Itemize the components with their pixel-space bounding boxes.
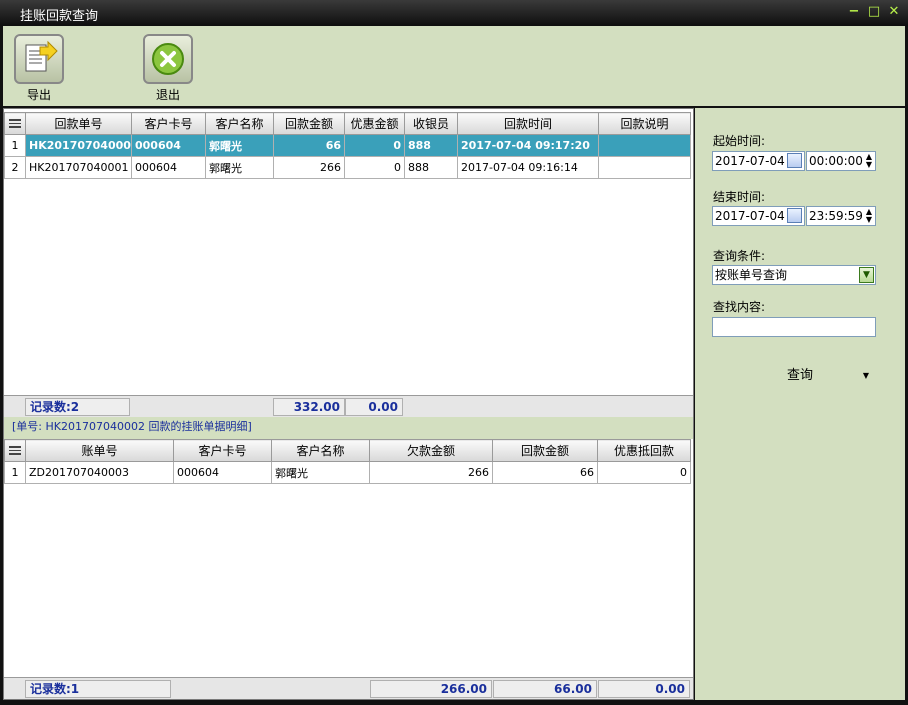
spin-down-icon[interactable]: ▼ xyxy=(866,216,872,224)
exit-button[interactable]: 退出 xyxy=(142,34,194,103)
col-header[interactable]: 回款单号 xyxy=(25,112,132,135)
table-row[interactable]: 2 HK201707040001 000604 郭曙光 266 0 888 20… xyxy=(4,156,691,179)
table-header: 回款单号 客户卡号 客户名称 回款金额 优惠金额 收银员 回款时间 回款说明 xyxy=(4,112,691,135)
offset-total: 0.00 xyxy=(598,680,690,698)
export-label: 导出 xyxy=(26,88,51,102)
col-header[interactable]: 优惠抵回款 xyxy=(597,439,691,462)
col-header[interactable]: 回款时间 xyxy=(457,112,599,135)
col-header[interactable]: 回款说明 xyxy=(598,112,691,135)
col-header[interactable]: 客户名称 xyxy=(271,439,370,462)
filter-panel: 起始时间: 2017-07-04 00:00:00 ▲ ▼ 结束时间: 2017… xyxy=(695,108,905,700)
content-label: 查找内容: xyxy=(713,300,766,314)
record-count: 记录数:2 xyxy=(25,398,130,416)
col-header[interactable]: 优惠金额 xyxy=(344,112,405,135)
start-time-label: 起始时间: xyxy=(713,134,766,148)
col-header[interactable]: 客户名称 xyxy=(205,112,274,135)
end-date-value: 2017-07-04 xyxy=(715,209,785,223)
chevron-down-icon[interactable]: ▼ xyxy=(859,267,874,283)
calendar-icon[interactable] xyxy=(787,208,802,223)
start-time-field[interactable]: 00:00:00 ▲ ▼ xyxy=(806,151,876,171)
summary-bar: 记录数:2 332.00 0.00 xyxy=(4,395,693,417)
table-row[interactable]: 1 HK201707040002 000604 郭曙光 66 0 888 201… xyxy=(4,134,691,157)
minimize-button[interactable]: − xyxy=(845,3,863,21)
table-row[interactable]: 1 ZD201707040003 000604 郭曙光 266 66 0 xyxy=(4,461,691,484)
col-header[interactable]: 回款金额 xyxy=(273,112,345,135)
detail-summary-bar: 记录数:1 266.00 66.00 0.00 xyxy=(4,677,693,699)
condition-label: 查询条件: xyxy=(713,249,766,263)
export-button[interactable]: 导出 xyxy=(13,34,65,103)
dropdown-arrow-icon[interactable]: ▼ xyxy=(863,364,869,388)
grid-menu-icon[interactable] xyxy=(4,112,26,135)
query-button[interactable]: 查询 ▼ xyxy=(715,364,885,388)
end-date-picker[interactable]: 2017-07-04 xyxy=(712,206,805,226)
col-header[interactable]: 收银员 xyxy=(404,112,458,135)
results-panel: 回款单号 客户卡号 客户名称 回款金额 优惠金额 收银员 回款时间 回款说明 1… xyxy=(3,108,694,700)
col-header[interactable]: 欠款金额 xyxy=(369,439,493,462)
grid-menu-icon[interactable] xyxy=(4,439,26,462)
export-icon xyxy=(14,34,64,84)
repayment-table: 回款单号 客户卡号 客户名称 回款金额 优惠金额 收银员 回款时间 回款说明 1… xyxy=(4,112,691,179)
exit-label: 退出 xyxy=(155,88,180,102)
exit-icon xyxy=(143,34,193,84)
col-header[interactable]: 账单号 xyxy=(25,439,174,462)
repay-total: 66.00 xyxy=(493,680,597,698)
detail-caption: [单号: HK201707040002 回款的挂账单据明细] xyxy=(4,417,693,439)
query-label: 查询 xyxy=(786,368,813,383)
search-content-input[interactable] xyxy=(712,317,876,337)
maximize-button[interactable]: □ xyxy=(865,3,883,21)
window-title: 挂账回款查询 xyxy=(20,9,99,24)
condition-value: 按账单号查询 xyxy=(715,268,788,282)
detail-record-count: 记录数:1 xyxy=(25,680,171,698)
detail-table: 账单号 客户卡号 客户名称 欠款金额 回款金额 优惠抵回款 1 ZD201707… xyxy=(4,439,691,484)
col-header[interactable]: 客户卡号 xyxy=(131,112,206,135)
col-header[interactable]: 回款金额 xyxy=(492,439,598,462)
end-time-value: 23:59:59 xyxy=(809,209,863,223)
start-time-value: 00:00:00 xyxy=(809,154,863,168)
end-time-field[interactable]: 23:59:59 ▲ ▼ xyxy=(806,206,876,226)
amount-total: 332.00 xyxy=(273,398,345,416)
toolbar: 导出 退出 xyxy=(0,26,908,106)
close-button[interactable]: ✕ xyxy=(885,3,903,21)
spin-down-icon[interactable]: ▼ xyxy=(866,161,872,169)
condition-select[interactable]: 按账单号查询 ▼ xyxy=(712,265,876,285)
table-header: 账单号 客户卡号 客户名称 欠款金额 回款金额 优惠抵回款 xyxy=(4,439,691,462)
debt-total: 266.00 xyxy=(370,680,492,698)
start-date-value: 2017-07-04 xyxy=(715,154,785,168)
end-time-label: 结束时间: xyxy=(713,190,766,204)
title-bar: 挂账回款查询 − □ ✕ xyxy=(0,0,908,26)
discount-total: 0.00 xyxy=(345,398,403,416)
col-header[interactable]: 客户卡号 xyxy=(173,439,272,462)
calendar-icon[interactable] xyxy=(787,153,802,168)
start-date-picker[interactable]: 2017-07-04 xyxy=(712,151,805,171)
